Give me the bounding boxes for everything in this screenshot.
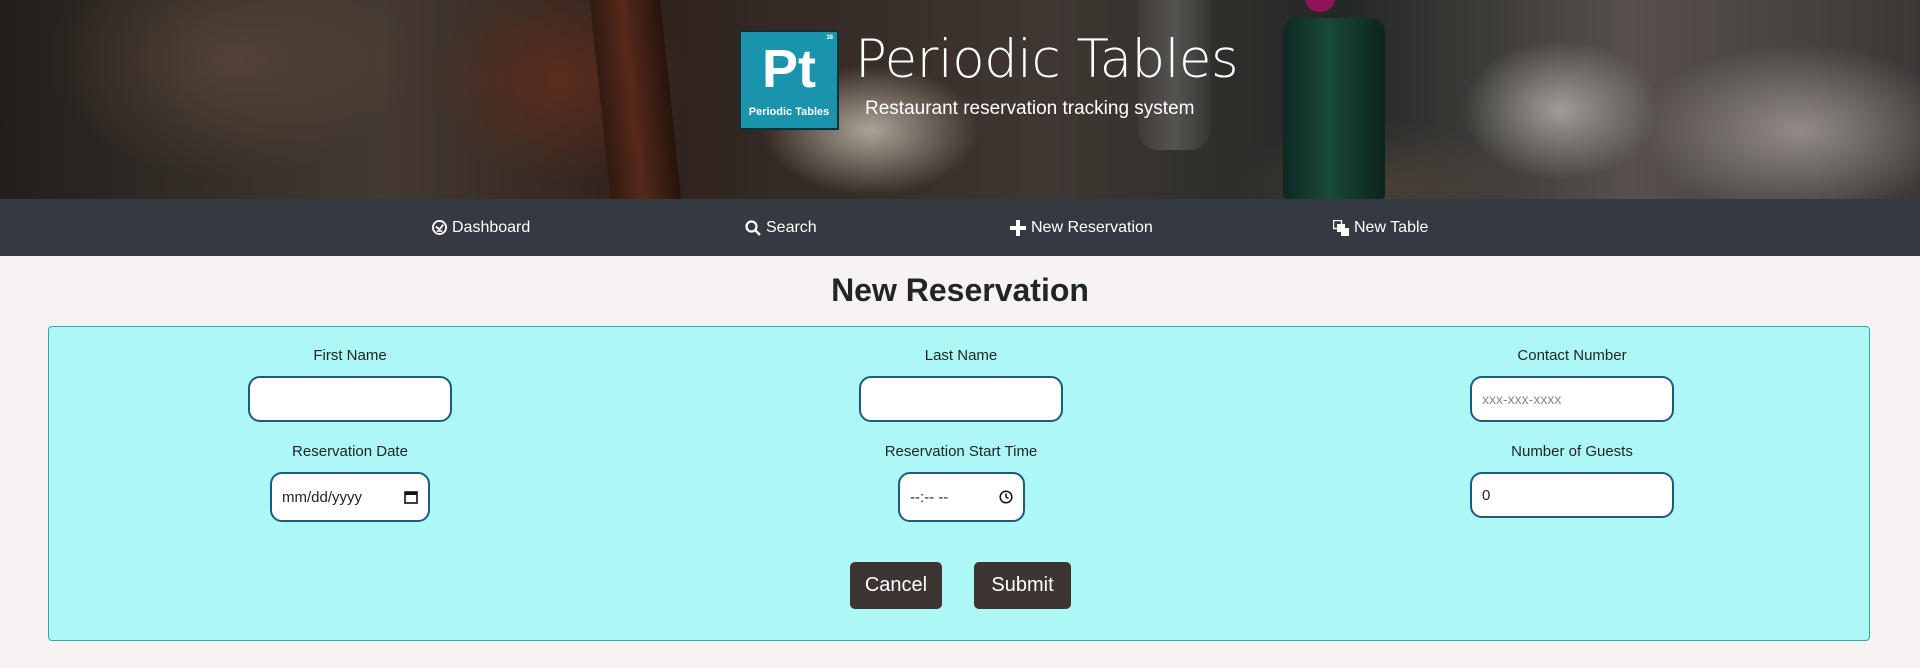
people-input[interactable]: 0 [1470,472,1674,518]
reservation-date-value: mm/dd/yyyy [282,488,363,506]
reservation-time-value: --:-- -- [910,488,949,506]
search-icon [745,219,761,236]
brand: 38 Pt Periodic Tables Periodic Tables Re… [739,29,1239,130]
logo-caption: Periodic Tables [748,106,830,118]
reservation-form: First Name Last Name Contact Number xxx-… [48,326,1870,641]
people-value: 0 [1482,486,1491,504]
plus-icon [1010,219,1026,236]
last-name-label: Last Name [924,347,998,364]
page-title: New Reservation [831,272,1089,308]
reservation-time-label: Reservation Start Time [884,443,1038,460]
last-name-input[interactable] [859,376,1063,422]
nav-item-new-table[interactable]: New Table [1333,199,1428,256]
site-subtitle: Restaurant reservation tracking system [865,98,1195,119]
nav-item-search[interactable]: Search [745,199,817,256]
cancel-button[interactable]: Cancel [850,562,942,609]
logo-number: 38 [826,35,833,41]
logo: 38 Pt Periodic Tables [739,30,839,130]
people-label: Number of Guests [1511,443,1633,460]
reservation-time-input[interactable]: --:-- -- [898,472,1025,522]
nav-label-dashboard: Dashboard [452,218,531,236]
first-name-input[interactable] [248,376,452,422]
first-name-label: First Name [313,347,387,364]
reservation-date-input[interactable]: mm/dd/yyyy [270,472,430,522]
clock-icon[interactable] [999,490,1013,504]
header-banner: 38 Pt Periodic Tables Periodic Tables Re… [0,0,1920,199]
nav-label-search: Search [766,218,817,236]
nav-label-new-table: New Table [1354,218,1429,236]
contact-number-label: Contact Number [1517,347,1627,364]
nav-item-new-reservation[interactable]: New Reservation [1010,199,1153,256]
nav-label-new-reservation: New Reservation [1031,218,1153,236]
logo-symbol: Pt [762,39,816,99]
site-title: Periodic Tables [855,29,1239,90]
dashboard-icon [432,220,447,235]
nav-item-dashboard[interactable]: Dashboard [432,199,530,256]
submit-button[interactable]: Submit [974,562,1071,609]
contact-number-placeholder: xxx-xxx-xxxx [1482,391,1562,407]
reservation-date-label: Reservation Date [292,443,408,460]
contact-number-input[interactable]: xxx-xxx-xxxx [1470,376,1674,422]
layers-icon [1333,219,1349,236]
calendar-icon[interactable] [404,490,418,504]
main-nav: Dashboard Search New Reservation New Tab… [0,199,1920,256]
